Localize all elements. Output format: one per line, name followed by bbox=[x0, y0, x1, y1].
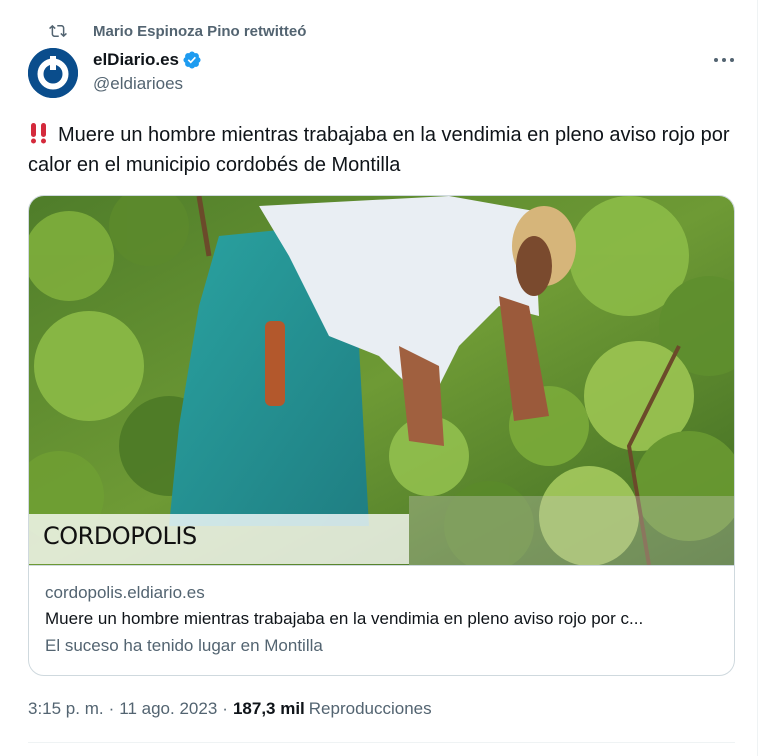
card-meta[interactable]: cordopolis.eldiario.es Muere un hombre m… bbox=[29, 565, 734, 675]
card-description: El suceso ha tenido lugar en Montilla bbox=[45, 636, 323, 655]
retweet-context[interactable]: Mario Espinoza Pino retwitteó bbox=[49, 21, 307, 41]
card-domain: cordopolis.eldiario.es bbox=[45, 583, 205, 602]
tweet-body: Muere un hombre mientras trabajaba en la… bbox=[28, 124, 730, 176]
card-image[interactable] bbox=[29, 196, 734, 565]
double-exclamation-icon bbox=[31, 123, 46, 144]
tweet-text: Muere un hombre mientras trabajaba en la… bbox=[28, 120, 733, 180]
author-name-row[interactable]: elDiario.es bbox=[93, 49, 202, 71]
tweet-article[interactable]: Mario Espinoza Pino retwitteó elDiario.e… bbox=[0, 0, 761, 756]
link-card[interactable]: CORDOPOLIS cordopolis.eldiario.es Muere … bbox=[28, 195, 735, 676]
author-display-name[interactable]: elDiario.es bbox=[93, 50, 179, 70]
vineyard-worker-photo bbox=[29, 196, 734, 565]
card-title: Muere un hombre mientras trabajaba en la… bbox=[45, 609, 644, 628]
retweet-icon bbox=[49, 24, 67, 38]
more-options-icon[interactable] bbox=[712, 52, 736, 68]
divider bbox=[28, 742, 735, 743]
verified-badge-icon[interactable] bbox=[182, 50, 202, 70]
cordopolis-logo: CORDOPOLIS bbox=[43, 522, 197, 550]
views-count: 187,3 mil bbox=[232, 699, 305, 718]
separator: · bbox=[108, 699, 115, 718]
separator: · bbox=[222, 699, 228, 718]
tweet-date[interactable]: 11 ago. 2023 bbox=[119, 699, 217, 719]
divider bbox=[757, 0, 758, 756]
retweet-label: Mario Espinoza Pino retwitteó bbox=[93, 22, 307, 40]
eldiario-logo-icon bbox=[28, 48, 78, 98]
views-label: Reproducciones bbox=[308, 699, 432, 718]
tweet-metadata: 3:15 p. m. · 11 ago. 2023 · 187,3 mil Re… bbox=[28, 699, 432, 719]
tweet-time[interactable]: 3:15 p. m. bbox=[28, 699, 104, 719]
author-handle[interactable]: @eldiarioes bbox=[93, 74, 183, 94]
avatar[interactable] bbox=[28, 48, 78, 98]
